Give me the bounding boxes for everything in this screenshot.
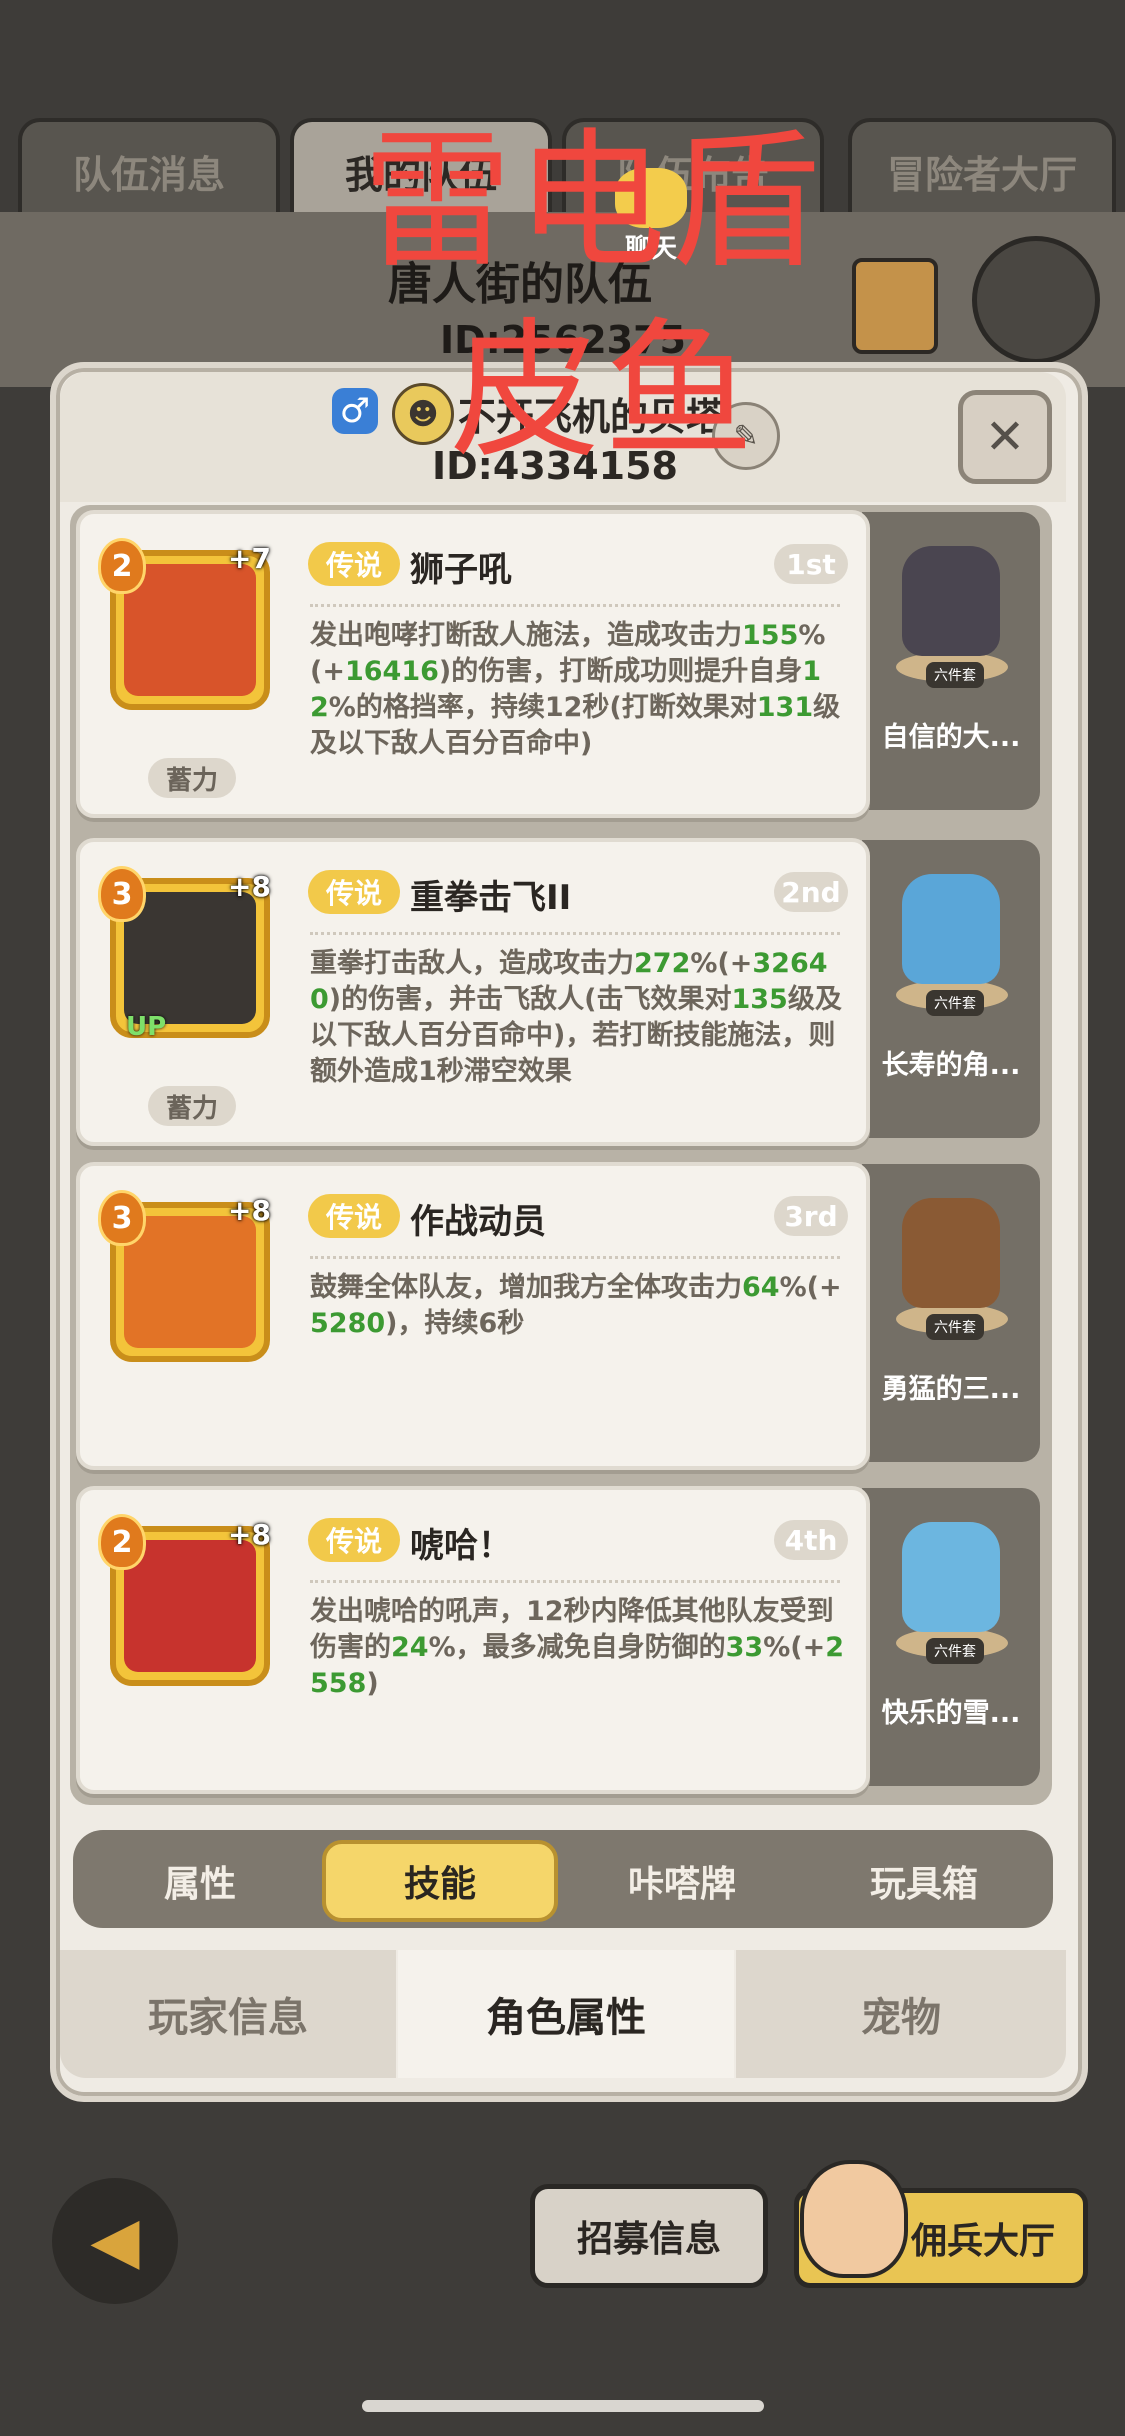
desc-text: 重拳打击敌人，造成攻击力	[310, 948, 634, 979]
equipment-set-item[interactable]: 六件套自信的大...	[862, 512, 1040, 810]
skill-slot-rank: 2nd	[774, 872, 848, 912]
tab-team-messages[interactable]: 队伍消息	[18, 118, 280, 220]
desc-value: 131	[756, 692, 814, 723]
set-badge: 六件套	[926, 990, 984, 1016]
set-name: 勇猛的三...	[881, 1374, 1021, 1405]
legendary-tag: 传说	[308, 542, 400, 586]
close-button[interactable]: ✕	[958, 390, 1052, 484]
equipment-set-item[interactable]: 六件套长寿的角...	[862, 840, 1040, 1138]
tab-character-attributes[interactable]: 角色属性	[398, 1950, 734, 2078]
skill-description: 发出唬哈的吼声，12秒内降低其他队友受到伤害的24%，最多减免自身防御的33%(…	[310, 1594, 850, 1702]
set-name: 快乐的雪...	[881, 1698, 1021, 1729]
watermark-line-2: 皮鱼	[450, 305, 759, 479]
desc-text: %(+	[690, 948, 753, 979]
desc-text: %(+	[763, 1632, 826, 1663]
desc-value: 33	[725, 1632, 764, 1663]
skill-art	[124, 1216, 256, 1348]
skill-card[interactable]: 3 +8 传说 作战动员 3rd 鼓舞全体队友，增加我方全体攻击力64%(+ 5280)，持…	[76, 1162, 870, 1470]
tab-skills[interactable]: 技能	[322, 1840, 558, 1922]
exit-team-button[interactable]	[972, 236, 1100, 364]
charge-badge: 蓄力	[148, 758, 236, 798]
skill-plus-level: +8	[228, 870, 271, 903]
skill-slot-rank: 3rd	[774, 1196, 848, 1236]
desc-value: 155	[742, 620, 799, 651]
legendary-tag: 传说	[308, 1194, 400, 1238]
desc-text: %，最多减免自身防御的	[428, 1632, 726, 1663]
desc-text: )	[366, 1668, 379, 1699]
skill-plus-level: +8	[228, 1194, 271, 1227]
skill-level-badge: 2	[98, 1514, 146, 1570]
skill-level-badge: 2	[98, 538, 146, 594]
skill-slot-rank: 1st	[774, 544, 848, 584]
skill-level-badge: 3	[98, 1190, 146, 1246]
tab-adventurer-hall[interactable]: 冒险者大厅	[848, 118, 1116, 220]
equipment-set-item[interactable]: 六件套勇猛的三...	[862, 1164, 1040, 1462]
skill-name: 作战动员	[410, 1202, 546, 1242]
set-name: 长寿的角...	[881, 1050, 1021, 1081]
set-badge: 六件套	[926, 1314, 984, 1340]
set-badge: 六件套	[926, 1638, 984, 1664]
skill-name: 唬哈！	[410, 1526, 512, 1566]
costume-figure-icon	[902, 1198, 1000, 1308]
watermark-line-1: 雷电盾	[362, 115, 825, 289]
skill-name: 狮子吼	[410, 550, 512, 590]
costume-figure-icon	[902, 1522, 1000, 1632]
desc-text: %的格挡率，持续12秒(打断效果对	[328, 692, 757, 723]
costume-figure-icon	[902, 874, 1000, 984]
back-arrow-icon[interactable]: ◀	[52, 2178, 178, 2304]
male-icon: ♂	[332, 388, 378, 434]
skill-plus-level: +7	[228, 542, 271, 575]
home-indicator	[362, 2400, 764, 2412]
divider	[310, 604, 840, 607]
tab-kata-cards[interactable]: 咔嗒牌	[564, 1840, 800, 1922]
costume-figure-icon	[902, 546, 1000, 656]
tab-attributes[interactable]: 属性	[82, 1840, 318, 1922]
skill-level-badge: 3	[98, 866, 146, 922]
desc-value: 5280	[310, 1308, 386, 1339]
skill-art	[124, 892, 256, 1024]
recruit-info-button[interactable]: 招募信息	[530, 2184, 768, 2288]
skill-art	[124, 564, 256, 696]
skill-description: 鼓舞全体队友，增加我方全体攻击力64%(+ 5280)，持续6秒	[310, 1270, 850, 1342]
set-name: 自信的大...	[881, 722, 1021, 753]
desc-value: 64	[742, 1272, 780, 1303]
charge-badge: 蓄力	[148, 1086, 236, 1126]
player-avatar-icon: ☻	[392, 383, 454, 445]
skill-card[interactable]: 2 +7 蓄力 传说 狮子吼 1st 发出咆哮打断敌人施法，造成攻击力155%(+16416…	[76, 510, 870, 818]
upgrade-label: UP	[126, 1012, 167, 1042]
desc-text: )的伤害，并击飞敌人(击飞效果对	[328, 984, 732, 1015]
desc-text: 鼓舞全体队友，增加我方全体攻击力	[310, 1272, 742, 1303]
set-badge: 六件套	[926, 662, 984, 688]
desc-value: 135	[731, 984, 788, 1015]
skill-card[interactable]: 2 +8 传说 唬哈！ 4th 发出唬哈的吼声，12秒内降低其他队友受到伤害的24%，最多…	[76, 1486, 870, 1794]
skill-description: 重拳打击敌人，造成攻击力272%(+32640)的伤害，并击飞敌人(击飞效果对1…	[310, 946, 850, 1090]
desc-text: %(+	[779, 1272, 842, 1303]
tab-player-info[interactable]: 玩家信息	[60, 1950, 396, 2078]
mercenary-character-icon	[800, 2160, 908, 2278]
desc-value: 24	[391, 1632, 429, 1663]
legendary-tag: 传说	[308, 1518, 400, 1562]
equipment-set-item[interactable]: 六件套快乐的雪...	[862, 1488, 1040, 1786]
desc-text: )，持续6秒	[385, 1308, 525, 1339]
skill-plus-level: +8	[228, 1518, 271, 1551]
desc-value: 272	[634, 948, 691, 979]
skill-art	[124, 1540, 256, 1672]
tab-toy-box[interactable]: 玩具箱	[806, 1840, 1042, 1922]
desc-text: 发出咆哮打断敌人施法，造成攻击力	[310, 620, 742, 651]
desc-text: )的伤害，打断成功则提升自身	[438, 656, 803, 687]
skill-name: 重拳击飞II	[410, 878, 572, 918]
skill-description: 发出咆哮打断敌人施法，造成攻击力155%(+16416)的伤害，打断成功则提升自…	[310, 618, 850, 762]
skill-slot-rank: 4th	[774, 1520, 848, 1560]
divider	[310, 1256, 840, 1259]
notice-scroll-icon[interactable]	[852, 258, 938, 354]
skill-card[interactable]: 3 +8 UP 蓄力 传说 重拳击飞II 2nd 重拳打击敌人，造成攻击力272%(+3264…	[76, 838, 870, 1146]
legendary-tag: 传说	[308, 870, 400, 914]
tab-pet[interactable]: 宠物	[736, 1950, 1066, 2078]
divider	[310, 932, 840, 935]
divider	[310, 1580, 840, 1583]
desc-value: 16416	[344, 656, 439, 687]
